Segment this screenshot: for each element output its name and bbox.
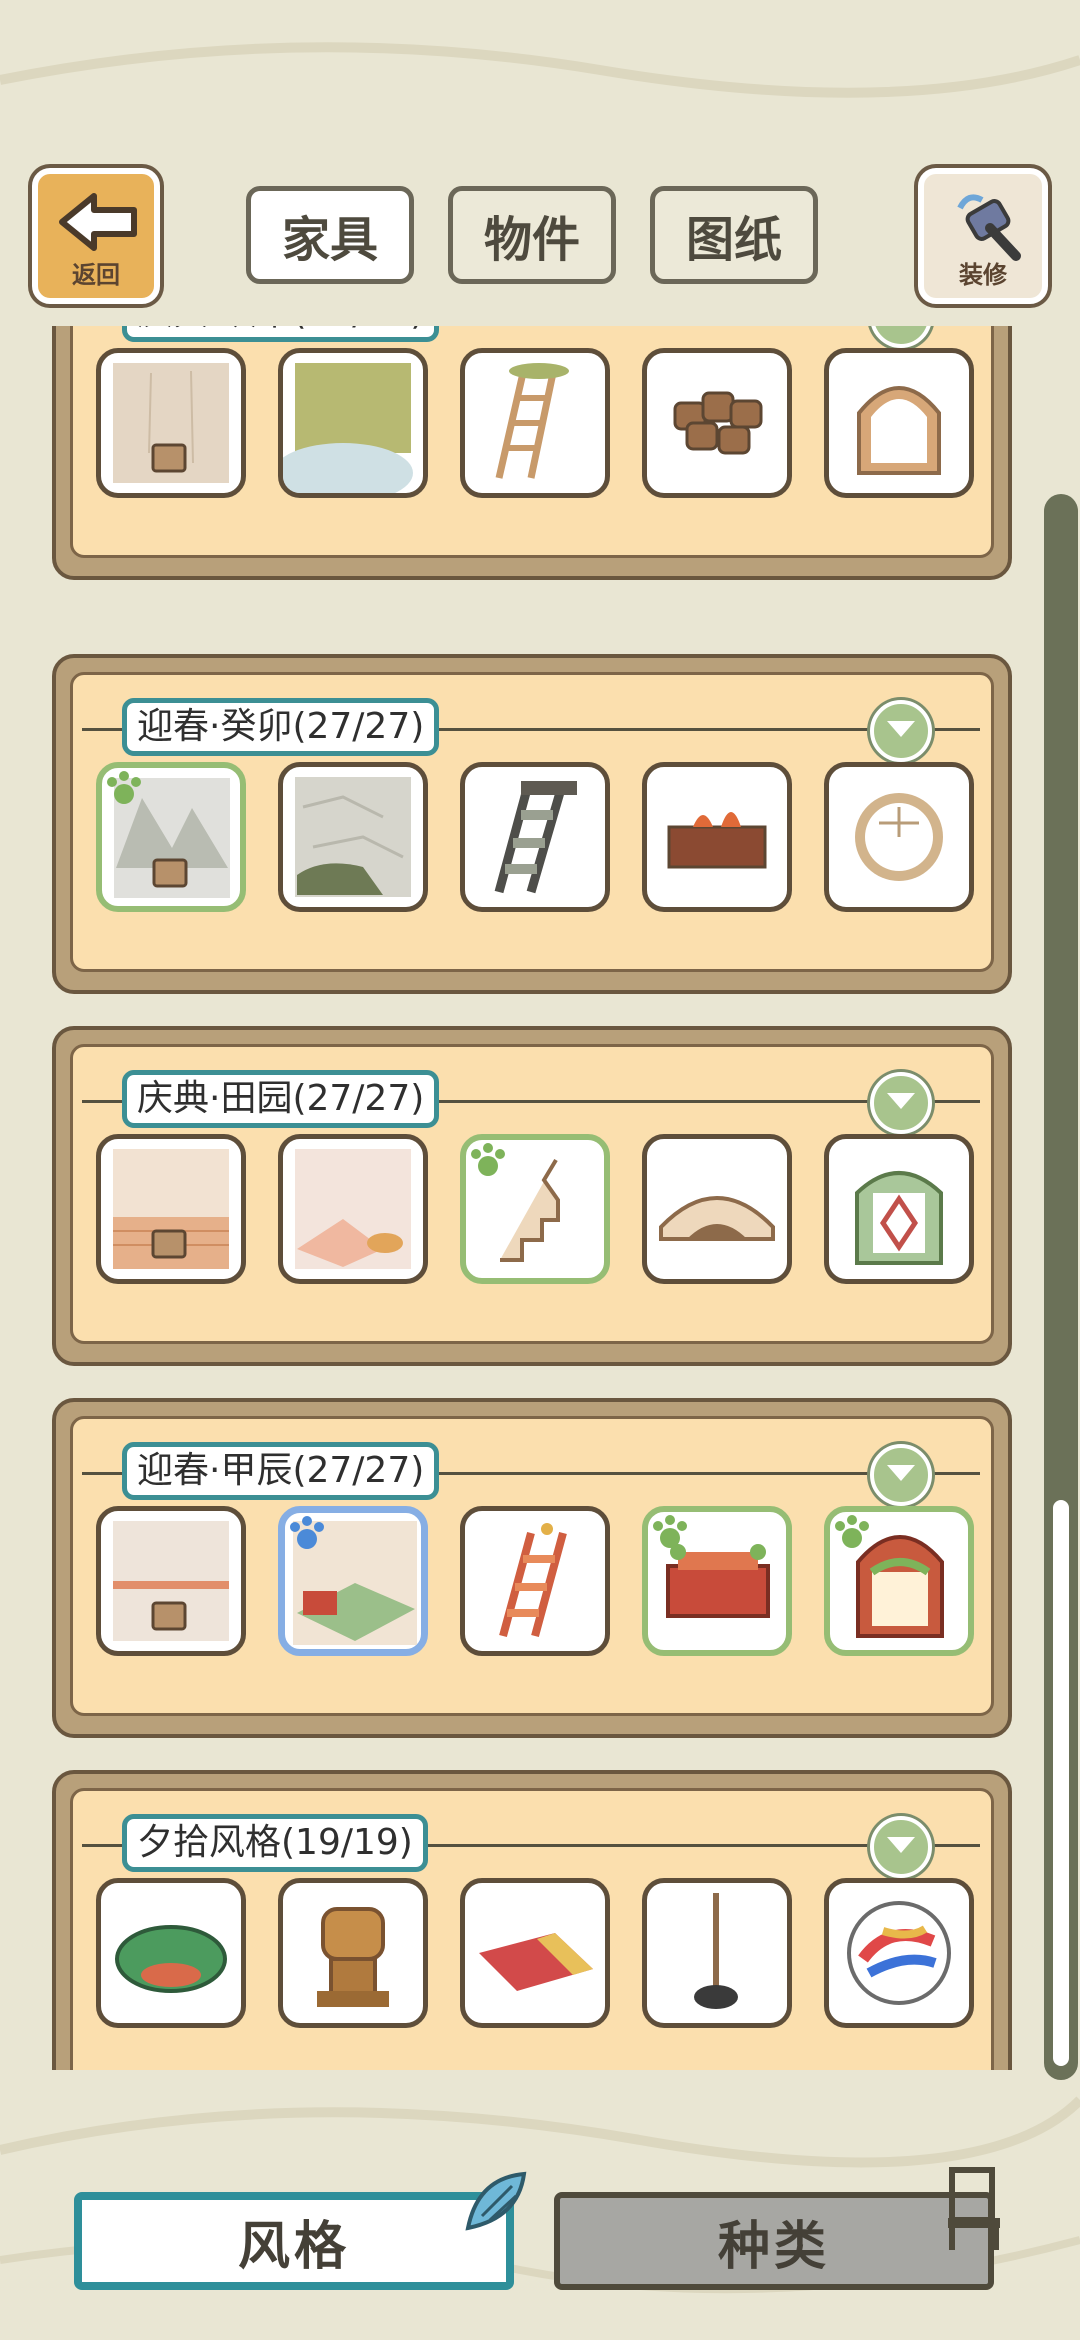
collapse-toggle[interactable] <box>870 1816 932 1878</box>
item-slot[interactable] <box>642 1878 792 2028</box>
red-ladder-icon <box>499 1523 567 1638</box>
section-title: 迎春·甲辰(27/27) <box>122 1442 440 1500</box>
rug-icon <box>479 1933 593 1991</box>
item-slot[interactable] <box>460 762 610 912</box>
pink-floor-icon <box>295 1149 411 1269</box>
wooden-statue-icon <box>317 1907 389 2007</box>
item-slot[interactable] <box>460 1134 610 1284</box>
item-slot[interactable] <box>460 348 610 498</box>
section-title: 庆典·田园(27/27) <box>122 1070 440 1128</box>
collapse-toggle[interactable] <box>870 1444 932 1506</box>
item-slot[interactable] <box>824 762 974 912</box>
tab-category[interactable]: 种类 <box>554 2192 994 2290</box>
item-slot[interactable] <box>278 1506 428 1656</box>
brick-wall-icon <box>113 1149 229 1269</box>
back-label: 返回 <box>72 261 120 289</box>
fire-pit-icon <box>667 812 767 869</box>
item-slot[interactable] <box>278 1878 428 2028</box>
section-title: 迎春·癸卯(27/27) <box>122 698 440 756</box>
ladder-icon <box>495 363 569 479</box>
style-list[interactable]: 庆典·欢聚(27/27) <box>52 326 1012 2070</box>
back-arrow-icon <box>59 193 137 251</box>
paw-icon <box>290 1516 324 1549</box>
scrollbar-thumb[interactable] <box>1053 1500 1069 2066</box>
paw-icon <box>653 1515 687 1548</box>
item-slot[interactable] <box>96 762 246 912</box>
tab-furniture[interactable]: 家具 <box>246 186 414 284</box>
collapse-toggle[interactable] <box>870 1072 932 1134</box>
item-slot[interactable] <box>96 1878 246 2028</box>
item-slot[interactable] <box>278 762 428 912</box>
style-section: 迎春·甲辰(27/27) <box>52 1398 1012 1738</box>
item-slot[interactable] <box>642 348 792 498</box>
item-slot[interactable] <box>824 1878 974 2028</box>
swirl-ball-icon <box>847 1901 951 2005</box>
arched-bridge-icon <box>659 1196 775 1241</box>
item-slot[interactable] <box>824 1134 974 1284</box>
arched-window-icon <box>857 386 941 475</box>
shell-icon <box>465 2171 527 2231</box>
style-section: 夕拾风格(19/19) <box>52 1770 1012 2070</box>
red-wall-icon <box>113 1521 229 1641</box>
item-slot[interactable] <box>96 348 246 498</box>
item-slot[interactable] <box>642 1134 792 1284</box>
wall-bucket-icon <box>113 363 229 483</box>
round-window-icon <box>855 793 943 881</box>
item-slot[interactable] <box>96 1506 246 1656</box>
stone-floor-icon <box>295 777 411 897</box>
item-slot[interactable] <box>824 348 974 498</box>
item-slot[interactable] <box>642 1506 792 1656</box>
firewood-icon <box>673 391 763 455</box>
style-section: 迎春·癸卯(27/27) <box>52 654 1012 994</box>
collapse-toggle[interactable] <box>870 700 932 762</box>
stone-ladder-icon <box>494 781 577 894</box>
frog-stone-icon <box>115 1925 227 1993</box>
section-title: 庆典·欢聚(27/27) <box>122 326 440 342</box>
scrollbar[interactable] <box>1044 494 1078 2080</box>
item-slot[interactable] <box>642 762 792 912</box>
flower-window-icon <box>855 1171 943 1265</box>
item-slot[interactable] <box>96 1134 246 1284</box>
item-slot[interactable] <box>460 1506 610 1656</box>
style-section: 庆典·欢聚(27/27) <box>52 326 1012 580</box>
paw-icon <box>471 1143 505 1176</box>
grass-floor-icon <box>283 363 413 493</box>
tab-objects[interactable]: 物件 <box>448 186 616 284</box>
style-section: 庆典·田园(27/27) <box>52 1026 1012 1366</box>
item-slot[interactable] <box>278 348 428 498</box>
decorate-button[interactable]: 装修 <box>918 168 1048 304</box>
back-button[interactable]: 返回 <box>32 168 160 304</box>
torch-stand-icon <box>694 1893 738 2009</box>
paw-icon <box>835 1515 869 1548</box>
section-title: 夕拾风格(19/19) <box>122 1814 428 1872</box>
chair-icon <box>948 2167 1000 2250</box>
item-slot[interactable] <box>824 1506 974 1656</box>
item-slot[interactable] <box>460 1878 610 2028</box>
item-slot[interactable] <box>278 1134 428 1284</box>
tab-style[interactable]: 风格 <box>74 2192 514 2290</box>
tab-blueprints[interactable]: 图纸 <box>650 186 818 284</box>
paw-icon <box>107 771 141 804</box>
decorate-label: 装修 <box>959 261 1007 289</box>
